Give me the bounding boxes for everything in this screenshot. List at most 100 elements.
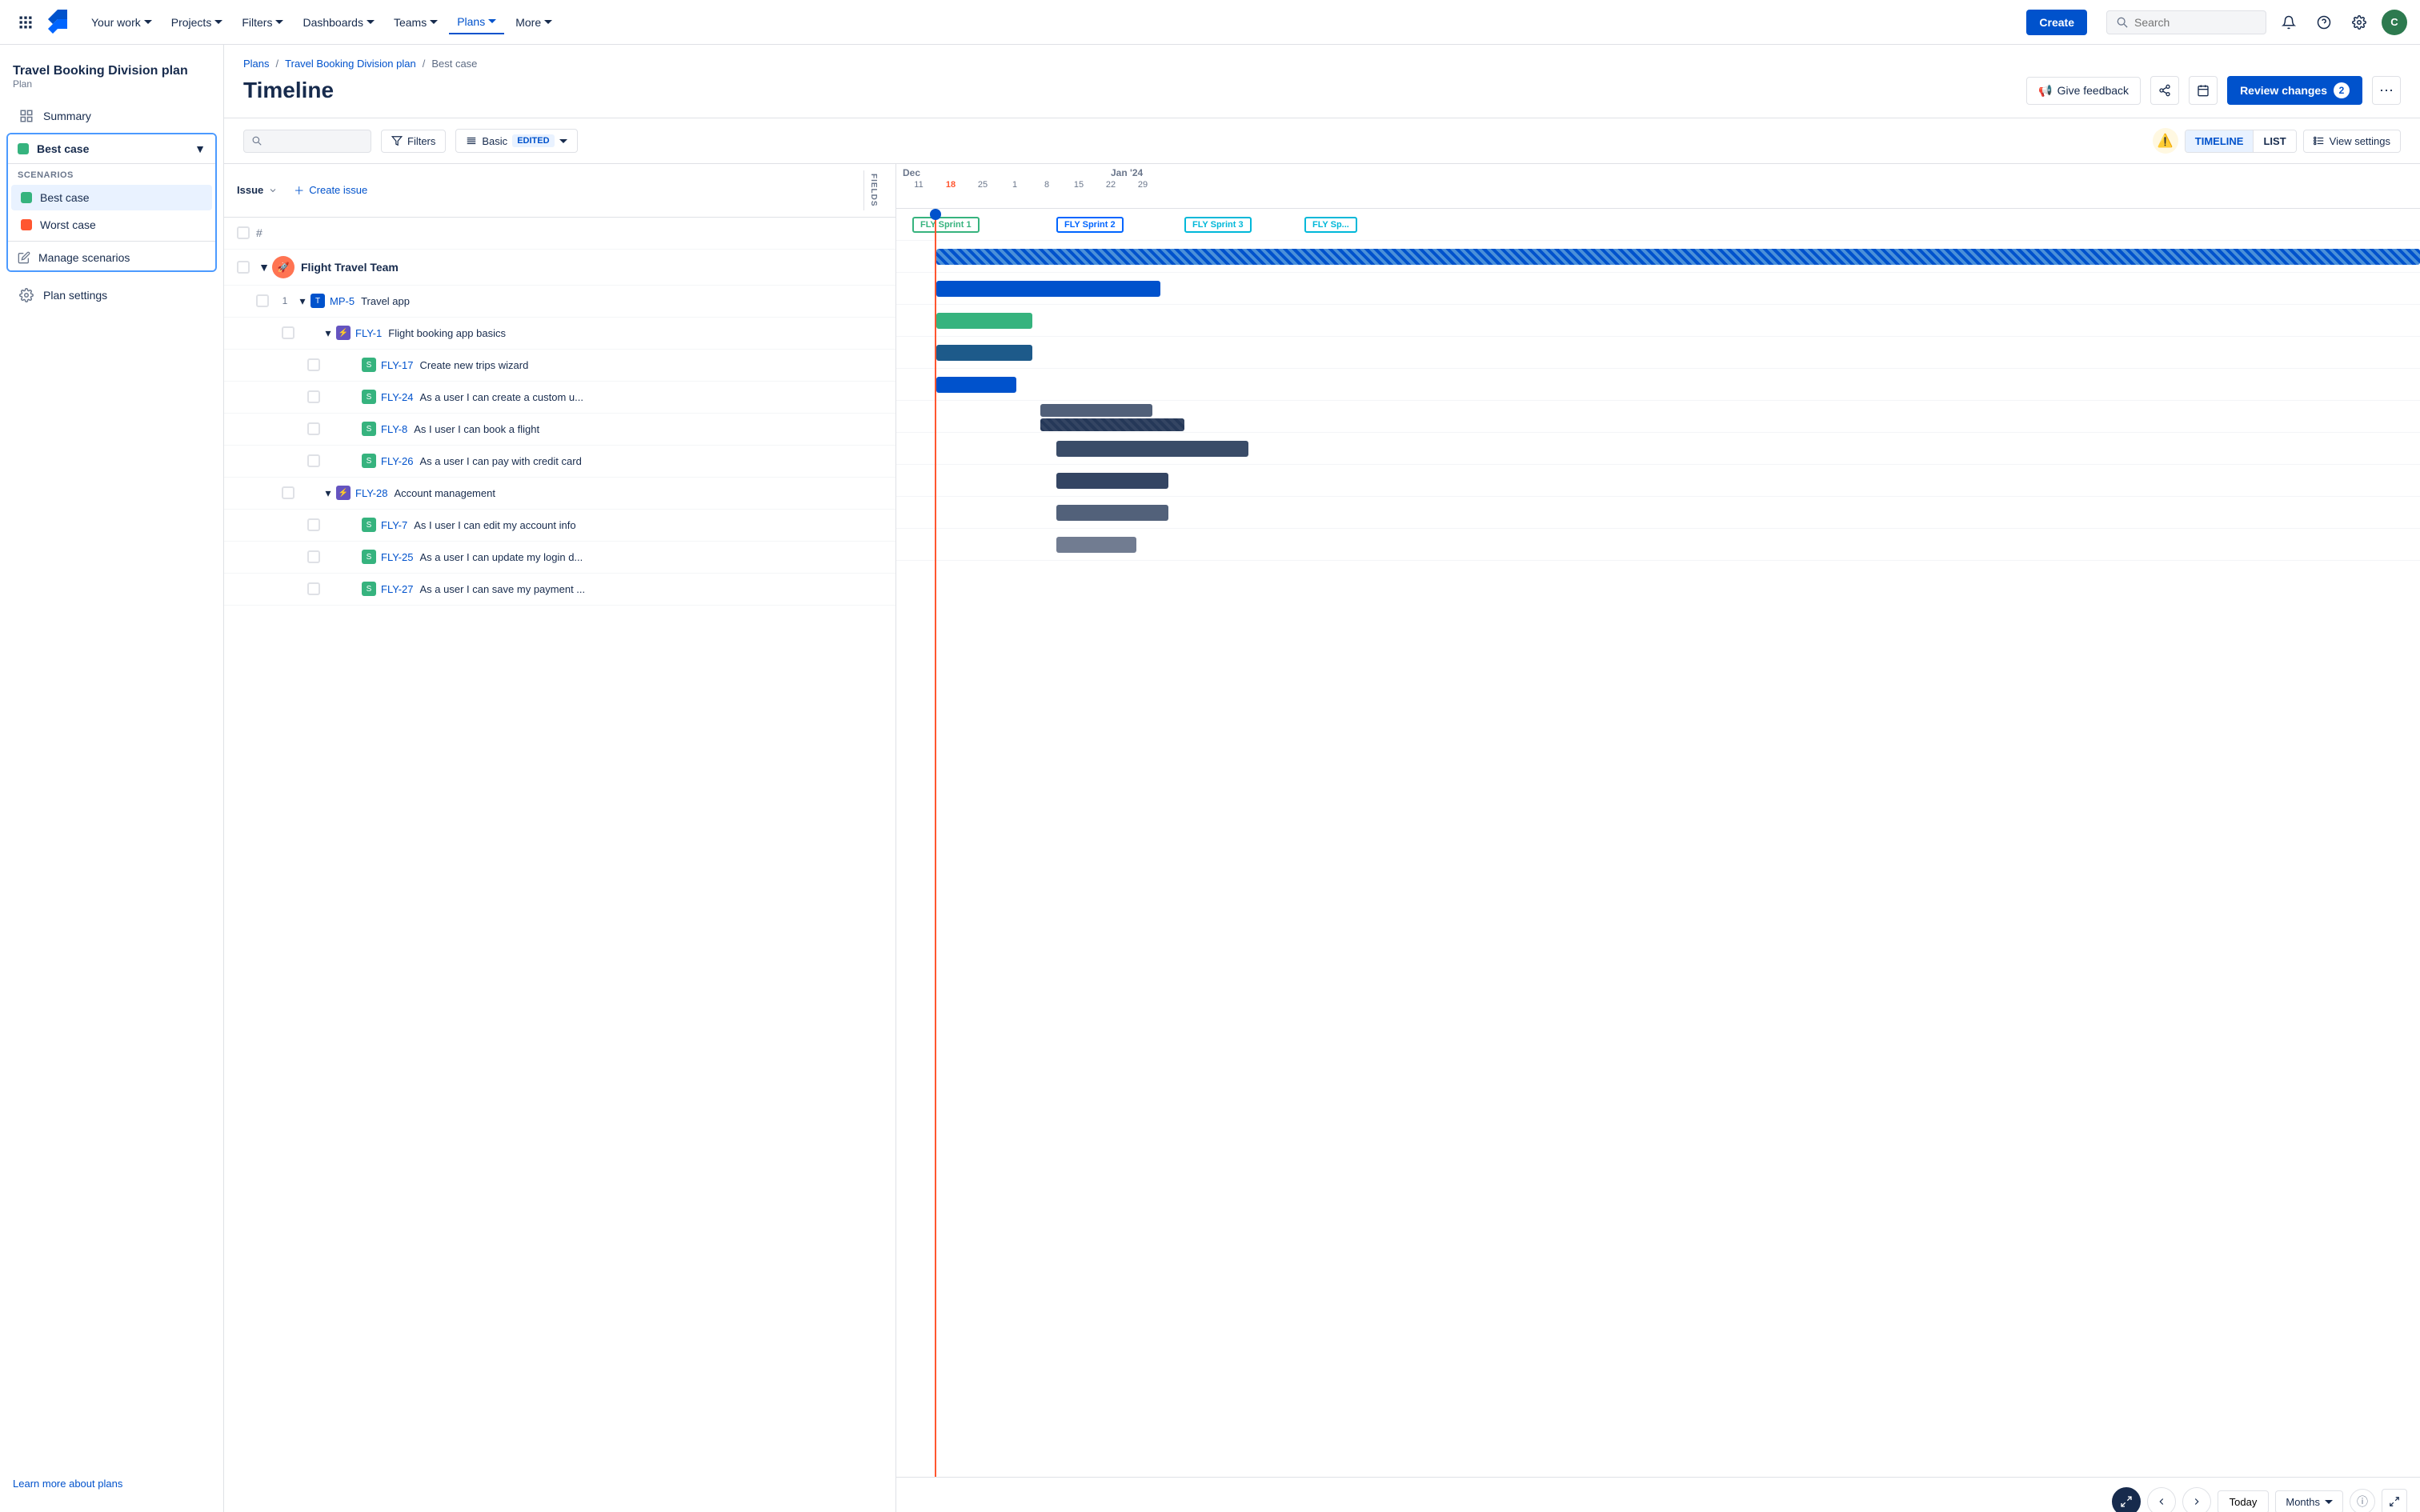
fly24-checkbox[interactable] xyxy=(307,390,320,403)
review-changes-button[interactable]: Review changes 2 xyxy=(2227,76,2362,105)
scenarios-dropdown[interactable]: Best case ▼ SCENARIOS Best case Worst ca… xyxy=(6,133,217,272)
filters-button[interactable]: Filters xyxy=(381,130,446,153)
fly8-checkbox[interactable] xyxy=(307,422,320,435)
fly26-title: As a user I can pay with credit card xyxy=(419,455,581,467)
settings-icon xyxy=(2352,15,2366,30)
fly25-checkbox[interactable] xyxy=(307,550,320,563)
fly7-checkbox[interactable] xyxy=(307,518,320,531)
select-all-checkbox[interactable] xyxy=(237,226,250,239)
list-view-button[interactable]: LIST xyxy=(2254,130,2295,152)
fly26-checkbox[interactable] xyxy=(307,454,320,467)
mp5-checkbox[interactable] xyxy=(256,294,269,307)
search-input[interactable] xyxy=(2134,16,2256,29)
issue-sort-button[interactable]: Issue xyxy=(237,184,278,196)
nav-projects[interactable]: Projects xyxy=(163,11,231,34)
create-button[interactable]: Create xyxy=(2026,10,2087,35)
fly1-expand[interactable]: ▾ xyxy=(320,325,336,341)
gantt-bar-fly24[interactable] xyxy=(936,345,1032,361)
settings-button[interactable] xyxy=(2346,10,2372,35)
nav-more[interactable]: More xyxy=(507,11,560,34)
issue-row-fly1[interactable]: ▾ ⚡ FLY-1 Flight booking app basics xyxy=(224,318,895,350)
toolbar-search[interactable] xyxy=(243,130,371,153)
scenario-option-worst-case[interactable]: Worst case xyxy=(11,212,212,238)
breadcrumb: Plans / Travel Booking Division plan / B… xyxy=(243,58,2401,70)
sidebar-item-plan-settings[interactable]: Plan settings xyxy=(6,282,217,309)
gantt-bar-fly1[interactable] xyxy=(936,281,1160,297)
issue-row-fly8[interactable]: S FLY-8 As I user I can book a flight xyxy=(224,414,895,446)
manage-scenarios-button[interactable]: Manage scenarios xyxy=(8,245,215,270)
group-checkbox[interactable] xyxy=(237,261,250,274)
timeline-view-button[interactable]: TIMELINE xyxy=(2186,130,2254,152)
gantt-row-mp5 xyxy=(896,241,2420,273)
months-select[interactable]: Months xyxy=(2275,1490,2343,1512)
gantt-bar-fly26a[interactable] xyxy=(1040,404,1152,417)
issue-row-fly25[interactable]: S FLY-25 As a user I can update my login… xyxy=(224,542,895,574)
gantt-bar-fly17[interactable] xyxy=(936,313,1032,329)
share-button[interactable] xyxy=(2150,76,2179,105)
fly1-checkbox[interactable] xyxy=(282,326,294,339)
learn-more-link[interactable]: Learn more about plans xyxy=(13,1478,122,1490)
gantt-bar-fly25[interactable] xyxy=(1056,505,1168,521)
nav-your-work[interactable]: Your work xyxy=(83,11,160,34)
nav-teams[interactable]: Teams xyxy=(386,11,446,34)
gantt-bar-fly7[interactable] xyxy=(1056,473,1168,489)
issue-row-fly27[interactable]: S FLY-27 As a user I can save my payment… xyxy=(224,574,895,606)
group-expand-button[interactable]: ▼ xyxy=(256,259,272,275)
fly17-checkbox[interactable] xyxy=(307,358,320,371)
gantt-bar-fly26b[interactable] xyxy=(1040,418,1184,431)
basic-label: Basic xyxy=(482,135,507,147)
search-box[interactable] xyxy=(2106,10,2266,34)
fly28-checkbox[interactable] xyxy=(282,486,294,499)
next-button[interactable] xyxy=(2182,1487,2211,1512)
gantt-day-15: 15 xyxy=(1063,180,1095,190)
nav-dashboards[interactable]: Dashboards xyxy=(294,11,383,34)
nav-plans[interactable]: Plans xyxy=(449,10,504,34)
issue-row-fly24[interactable]: S FLY-24 As a user I can create a custom… xyxy=(224,382,895,414)
toolbar-search-input[interactable] xyxy=(268,135,363,147)
jira-logo[interactable] xyxy=(45,10,70,35)
calendar-button[interactable] xyxy=(2189,76,2218,105)
gantt-bar-fly8[interactable] xyxy=(936,377,1016,393)
issue-row-fly28[interactable]: ▾ ⚡ FLY-28 Account management xyxy=(224,478,895,510)
fly28-expand[interactable]: ▾ xyxy=(320,485,336,501)
view-settings-button[interactable]: View settings xyxy=(2303,130,2401,153)
more-options-button[interactable]: ⋯ xyxy=(2372,76,2401,105)
breadcrumb-plans[interactable]: Plans xyxy=(243,58,270,70)
issue-row-mp5[interactable]: 1 ▾ T MP-5 Travel app xyxy=(224,286,895,318)
info-button[interactable]: ⓘ xyxy=(2350,1489,2375,1512)
fly1-key: FLY-1 xyxy=(355,327,382,339)
scenario-option-best-case[interactable]: Best case xyxy=(11,185,212,210)
issue-row-fly17[interactable]: S FLY-17 Create new trips wizard xyxy=(224,350,895,382)
nav-filters[interactable]: Filters xyxy=(234,11,291,34)
selected-scenario-dot xyxy=(18,143,29,154)
fly24-icon: S xyxy=(362,390,376,404)
grid-icon[interactable] xyxy=(13,10,38,35)
gantt-bar-mp5[interactable] xyxy=(936,249,2420,265)
basic-filter-button[interactable]: Basic EDITED xyxy=(455,129,577,153)
mp5-expand[interactable]: ▾ xyxy=(294,293,311,309)
gantt-bar-fly27[interactable] xyxy=(1056,537,1136,553)
feedback-label: Give feedback xyxy=(2057,84,2130,97)
zoom-expand-button[interactable] xyxy=(2112,1487,2141,1512)
sidebar-item-summary[interactable]: Summary xyxy=(6,102,217,130)
notifications-button[interactable] xyxy=(2276,10,2302,35)
toolbar-right: ⚠️ TIMELINE LIST View settings xyxy=(2153,128,2401,154)
gantt-row-fly1 xyxy=(896,273,2420,305)
today-button[interactable]: Today xyxy=(2218,1490,2270,1512)
gantt-bar-fly28[interactable] xyxy=(1056,441,1248,457)
best-case-label: Best case xyxy=(40,191,89,204)
previous-button[interactable] xyxy=(2147,1487,2176,1512)
today-dot xyxy=(930,209,941,220)
gantt-day-29: 29 xyxy=(1127,180,1159,190)
give-feedback-button[interactable]: 📢 Give feedback xyxy=(2026,77,2141,105)
fullscreen-button[interactable] xyxy=(2382,1489,2407,1512)
create-issue-button[interactable]: ＋ Create issue xyxy=(284,178,377,202)
group-row-flight-travel[interactable]: ▼ 🚀 Flight Travel Team xyxy=(224,250,895,286)
issue-row-fly26[interactable]: S FLY-26 As a user I can pay with credit… xyxy=(224,446,895,478)
fly27-checkbox[interactable] xyxy=(307,582,320,595)
breadcrumb-division-plan[interactable]: Travel Booking Division plan xyxy=(285,58,416,70)
help-button[interactable] xyxy=(2311,10,2337,35)
issue-row-fly7[interactable]: S FLY-7 As I user I can edit my account … xyxy=(224,510,895,542)
scenario-selected-row[interactable]: Best case ▼ xyxy=(8,134,215,163)
user-avatar[interactable]: C xyxy=(2382,10,2407,35)
